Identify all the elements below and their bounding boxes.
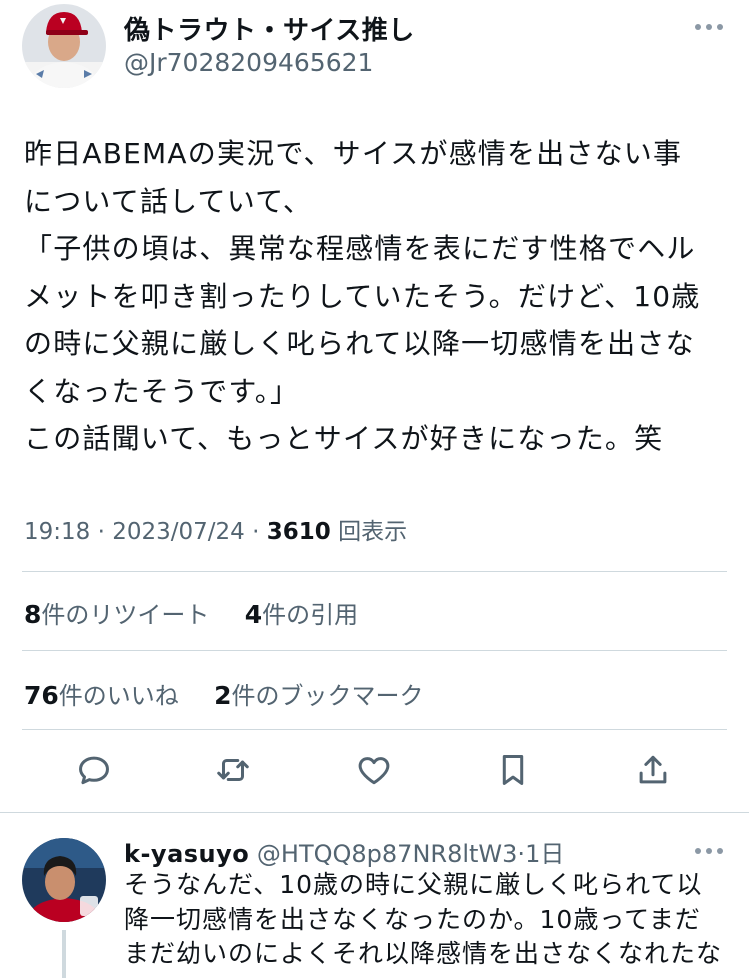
tweet-text-line: 「子供の頃は、異常な程感情を表にだす性格でヘル [24, 232, 696, 265]
retweet-icon[interactable] [211, 745, 255, 795]
reply-author-name[interactable]: k-yasuyo [124, 840, 249, 868]
reply-author-avatar[interactable] [22, 838, 106, 922]
tweet-text: 昨日ABEMAの実況で、サイスが感情を出さない事 について話していて、 「子供の… [24, 130, 736, 463]
retweets-stat[interactable]: 8件のリツイート [24, 600, 210, 629]
quotes-count: 4 [244, 600, 263, 629]
like-icon[interactable] [352, 745, 396, 795]
reply-more-options-icon[interactable] [691, 841, 727, 861]
retweet-quote-stats: 8件のリツイート 4件の引用 [24, 595, 358, 630]
reply-text: そうなんだ、10歳の時に父親に厳しく叱られて以 降一切感情を出さなくなったのか。… [124, 868, 734, 972]
action-bar [0, 745, 749, 801]
bookmark-icon[interactable] [491, 745, 535, 795]
quotes-stat[interactable]: 4件の引用 [244, 600, 359, 629]
section-divider [0, 812, 749, 826]
reply-text-line: まだ幼いのによくそれ以降感情を出さなくなれたな [124, 939, 723, 968]
divider [22, 571, 727, 572]
retweets-count: 8 [24, 600, 42, 629]
bookmarks-label: 件のブックマーク [231, 682, 424, 710]
author-handle[interactable]: @Jr7028209465621 [124, 48, 373, 77]
tweet-text-line: の時に父親に厳しく叱られて以降一切感情を出さな [24, 327, 695, 360]
tweet-text-line: 昨日ABEMAの実況で、サイスが感情を出さない事 [24, 137, 683, 170]
reply-time[interactable]: 1日 [525, 840, 564, 868]
tweet-date[interactable]: 2023/07/24 [112, 519, 245, 545]
likes-count: 76 [24, 681, 59, 710]
reply-header: k-yasuyo @HTQQ8p87NR8ltW3·1日 [124, 834, 564, 869]
quotes-label: 件の引用 [262, 601, 359, 629]
meta-separator: · [517, 840, 526, 868]
share-icon[interactable] [631, 745, 675, 795]
reply-text-line: そうなんだ、10歳の時に父親に厳しく叱られて以 [124, 870, 703, 899]
reply-text-line: 降一切感情を出さなくなったのか。10歳ってまだ [124, 904, 701, 934]
tweet-text-line: くなったそうです。」 [24, 374, 300, 408]
tweet-text-line: この話聞いて、もっとサイスが好きになった。笑 [24, 422, 664, 455]
likes-stat[interactable]: 76件のいいね [24, 681, 179, 710]
meta-separator: · [252, 519, 267, 545]
tweet-text-line: について話していて、 [24, 184, 313, 218]
views-count: 3610 [266, 519, 331, 545]
bookmarks-count: 2 [214, 681, 232, 710]
reply-icon[interactable] [72, 745, 116, 795]
retweets-label: 件のリツイート [41, 601, 210, 629]
tweet-time[interactable]: 19:18 [24, 519, 90, 545]
views-label: 回表示 [338, 519, 408, 545]
author-avatar[interactable] [22, 4, 106, 88]
divider [22, 729, 727, 730]
reply-author-handle[interactable]: @HTQQ8p87NR8ltW3 [257, 840, 518, 868]
tweet-text-line: メットを叩き割ったりしていたそう。だけど、10歳 [24, 279, 701, 313]
author-name[interactable]: 偽トラウト・サイス推し [124, 10, 415, 47]
bookmarks-stat[interactable]: 2件のブックマーク [214, 681, 424, 710]
more-options-icon[interactable] [691, 17, 727, 37]
like-bookmark-stats: 76件のいいね 2件のブックマーク [24, 676, 423, 711]
thread-connector [62, 930, 66, 978]
likes-label: 件のいいね [58, 682, 179, 710]
tweet-meta: 19:18 · 2023/07/24 · 3610 回表示 [24, 512, 407, 546]
divider [22, 650, 727, 651]
meta-separator: · [97, 519, 113, 545]
